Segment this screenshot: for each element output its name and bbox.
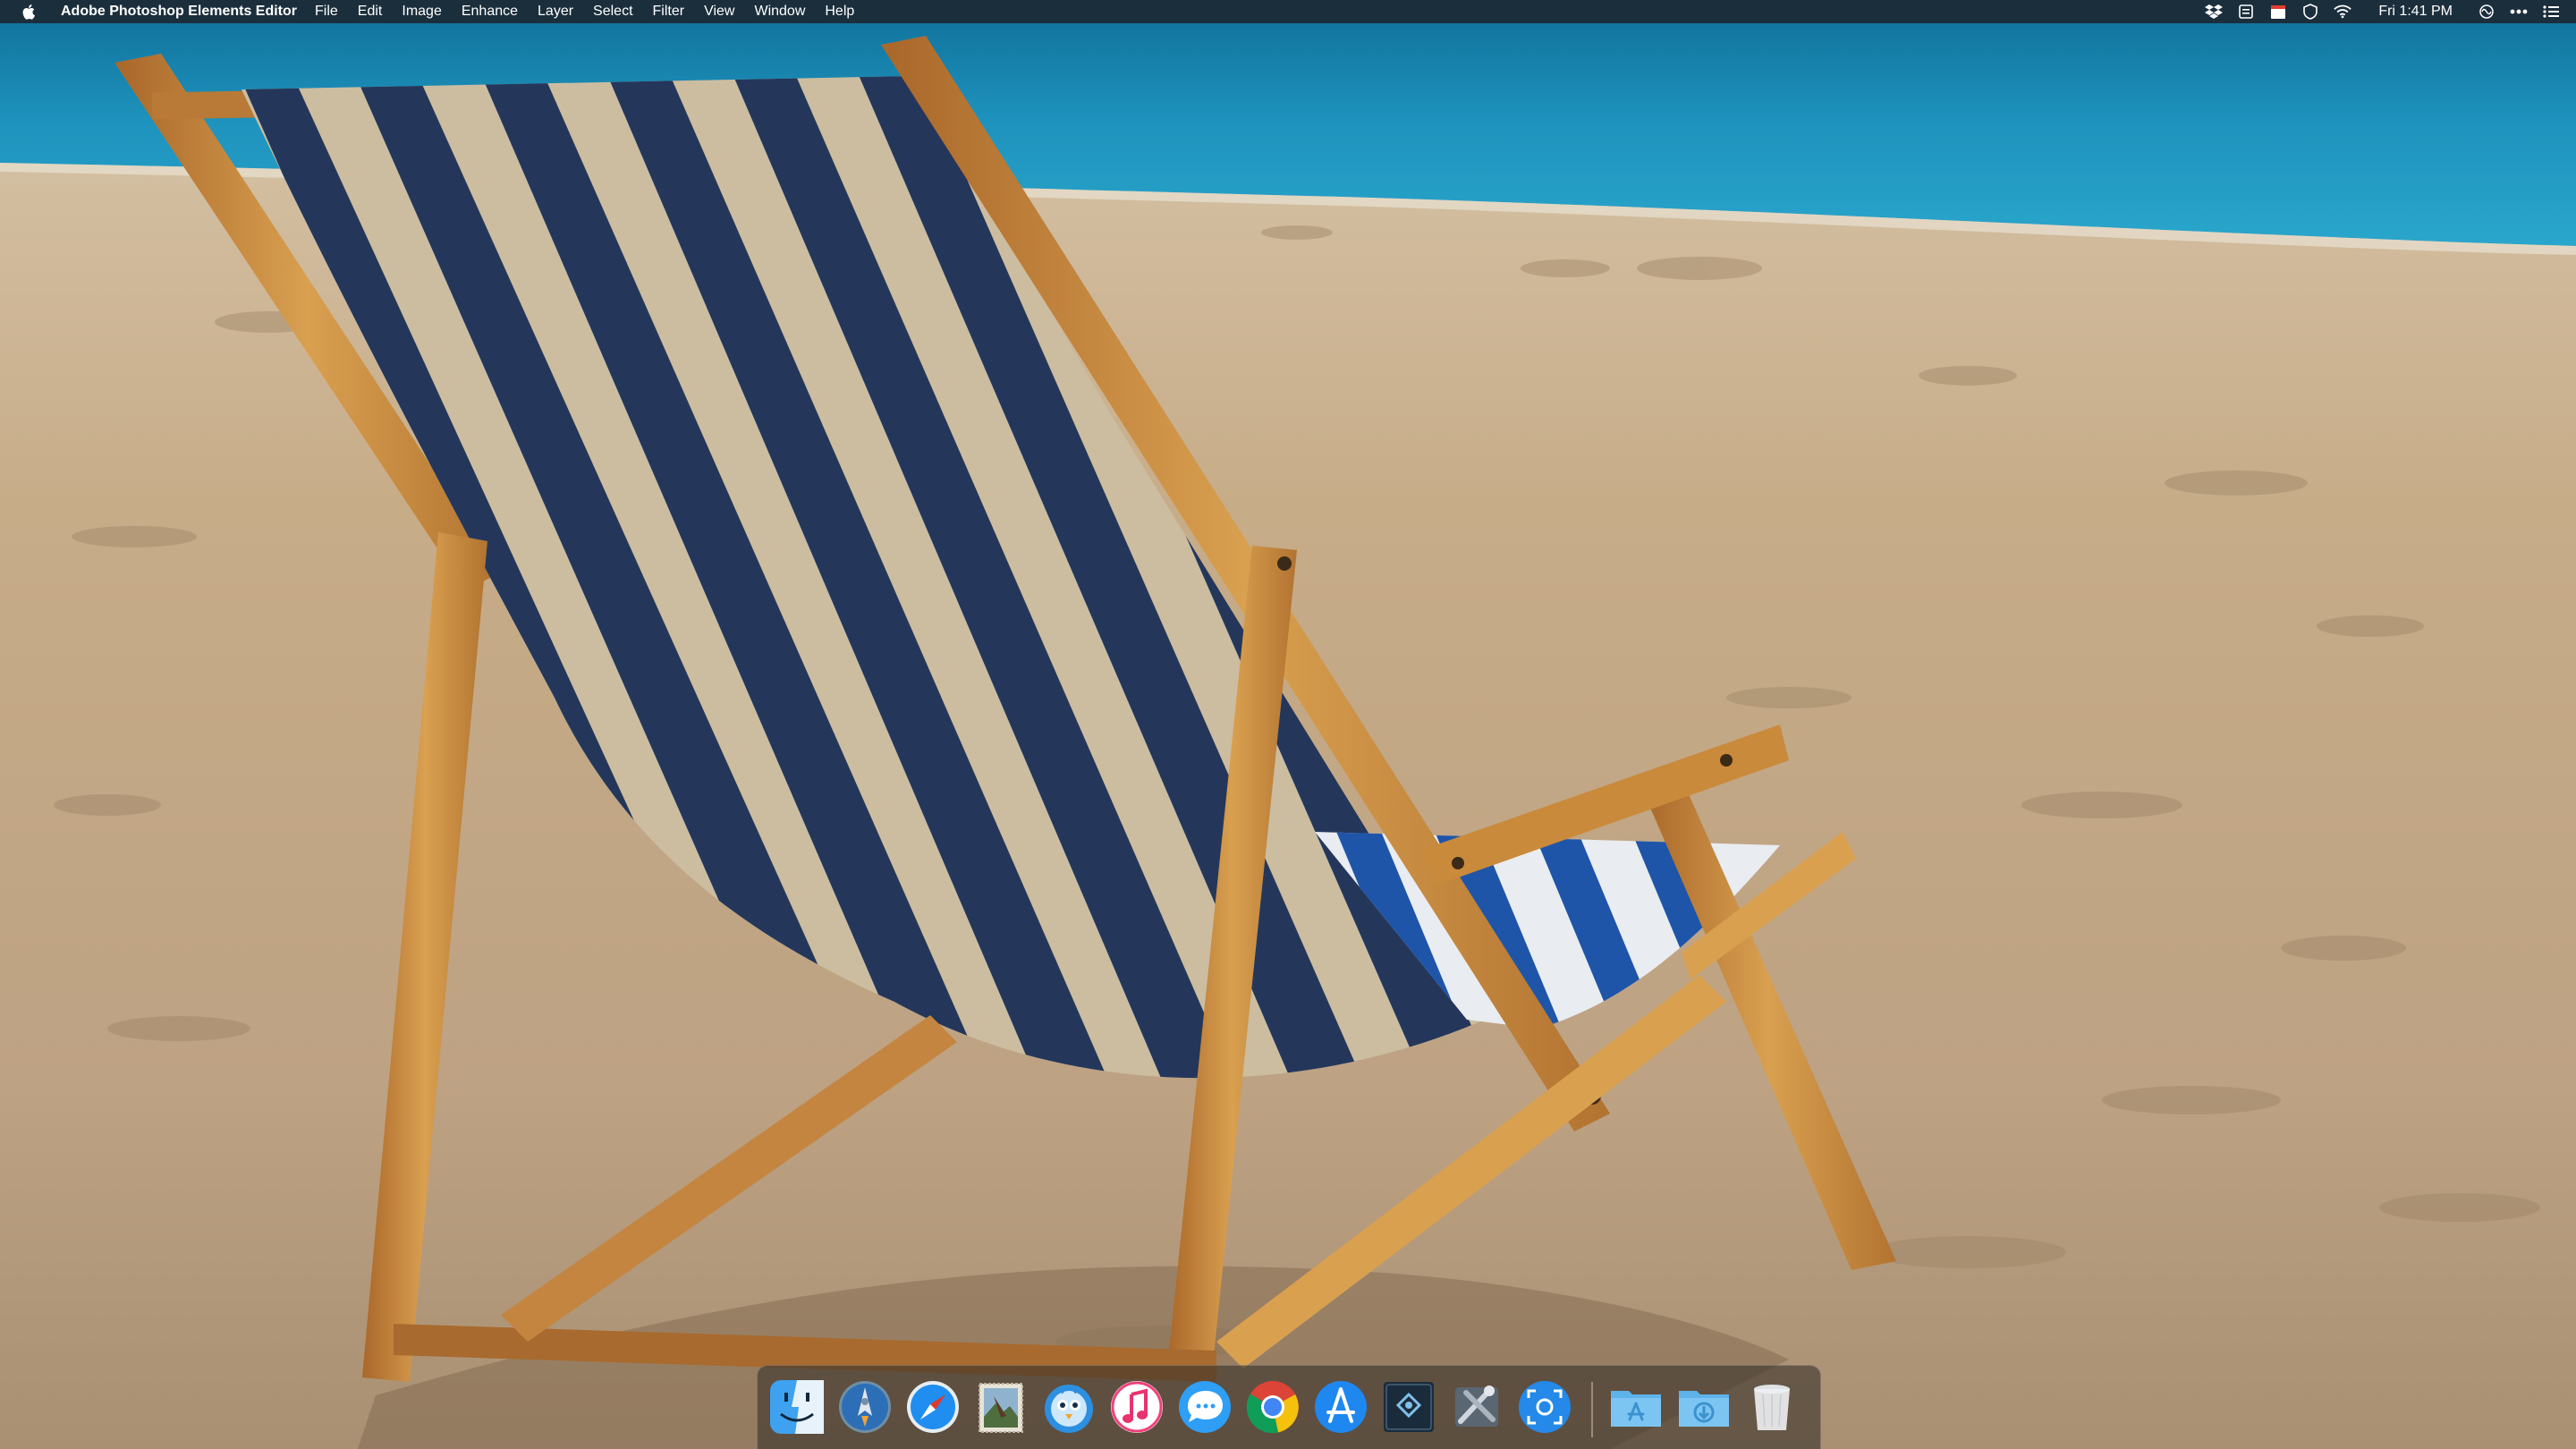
dock-item-messages[interactable] (1174, 1377, 1235, 1437)
menu-select[interactable]: Select (593, 4, 632, 20)
dock-item-downloads-folder[interactable] (1674, 1377, 1734, 1437)
menu-help[interactable]: Help (825, 4, 854, 20)
apple-menu-icon[interactable] (18, 0, 41, 23)
chrome-icon (1246, 1381, 1299, 1434)
menu-window[interactable]: Window (754, 4, 805, 20)
menu-image[interactable]: Image (402, 4, 441, 20)
dock (757, 1365, 1821, 1449)
app-store-icon (1315, 1381, 1367, 1433)
dock-item-launchpad[interactable] (835, 1377, 895, 1437)
menu-edit[interactable]: Edit (358, 4, 383, 20)
dock-item-mail[interactable] (970, 1377, 1031, 1437)
dock-item-chrome[interactable] (1242, 1377, 1303, 1437)
downloads-folder-icon (1679, 1391, 1729, 1427)
photoshop-elements-icon (1384, 1382, 1434, 1432)
chat-bubble-icon (1179, 1381, 1231, 1433)
bird-icon (1045, 1385, 1093, 1433)
dock-item-app-store[interactable] (1310, 1377, 1371, 1437)
dock-item-trash[interactable] (1741, 1377, 1802, 1437)
calendar-icon[interactable] (2269, 3, 2287, 21)
shield-icon[interactable] (2301, 3, 2319, 21)
desktop-wallpaper (0, 0, 2576, 1449)
dock-item-photoshop-elements[interactable] (1378, 1377, 1439, 1437)
desktop[interactable]: Adobe Photoshop Elements Editor File Edi… (0, 0, 2576, 1449)
dock-item-utilities[interactable] (1446, 1377, 1507, 1437)
dock-item-itunes[interactable] (1106, 1377, 1167, 1437)
siri-icon[interactable] (2478, 3, 2496, 21)
more-icon[interactable] (2510, 3, 2528, 21)
app-name-menu[interactable]: Adobe Photoshop Elements Editor (61, 4, 297, 20)
notification-center-icon[interactable] (2542, 3, 2560, 21)
mail-stamp-icon (979, 1383, 1023, 1433)
safari-icon (907, 1381, 959, 1433)
dock-item-safari[interactable] (902, 1377, 963, 1437)
menu-view[interactable]: View (704, 4, 734, 20)
wifi-icon[interactable] (2334, 3, 2352, 21)
menu-bar-clock[interactable]: Fri 1:41 PM (2378, 4, 2453, 20)
document-icon[interactable] (2237, 3, 2255, 21)
menu-filter[interactable]: Filter (653, 4, 685, 20)
dock-item-screenshot[interactable] (1514, 1377, 1575, 1437)
dock-separator (1591, 1382, 1593, 1437)
menu-file[interactable]: File (315, 4, 338, 20)
dock-item-finder[interactable] (767, 1377, 827, 1437)
finder-icon (770, 1380, 824, 1434)
launchpad-icon (839, 1381, 891, 1433)
menu-layer[interactable]: Layer (538, 4, 573, 20)
dock-item-tweetbot[interactable] (1038, 1377, 1099, 1437)
menu-enhance[interactable]: Enhance (462, 4, 518, 20)
status-menu-area: Fri 1:41 PM (2205, 0, 2560, 23)
screenshot-icon (1519, 1381, 1571, 1433)
applications-folder-icon (1611, 1391, 1661, 1427)
tools-icon (1455, 1385, 1498, 1427)
dropbox-icon[interactable] (2205, 3, 2224, 21)
music-note-icon (1111, 1381, 1163, 1433)
menu-bar: Adobe Photoshop Elements Editor File Edi… (0, 0, 2576, 23)
dock-item-applications-folder[interactable] (1606, 1377, 1666, 1437)
trash-icon (1754, 1385, 1790, 1430)
